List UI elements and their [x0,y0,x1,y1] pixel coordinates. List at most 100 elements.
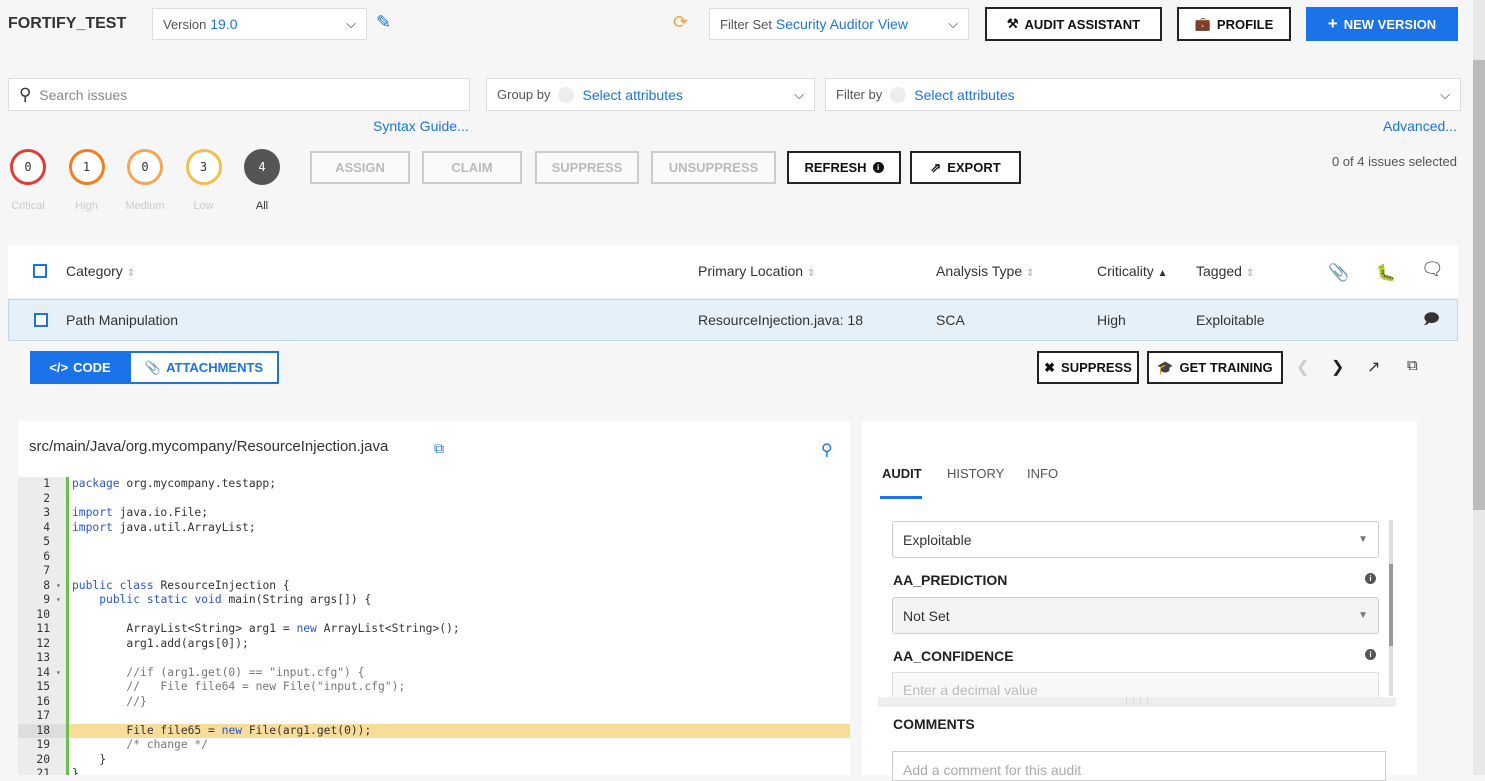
select-all-checkbox[interactable] [33,264,47,278]
export-icon: ⇗ [930,159,942,175]
version-select[interactable]: Version 19.0 ⌵ [152,8,367,40]
row-comment-icon[interactable]: 🗩 [1423,309,1440,334]
caret-down-icon: ▼ [1358,534,1368,545]
comment-input[interactable]: Add a comment for this audit [892,751,1386,781]
bug-icon[interactable]: 🐛 [1376,263,1396,283]
fold-icon[interactable]: ▾ [56,578,66,593]
code-line: 7 [18,564,850,579]
line-text: public class ResourceInjection { [66,578,850,593]
next-issue-icon[interactable]: ❯ [1331,357,1344,377]
severity-filter-critical[interactable]: 0 [10,149,46,185]
line-text: } [66,767,850,775]
severity-label: Low [193,200,214,212]
search-input[interactable]: ⚲ Search issues [8,78,470,111]
aa-prediction-select[interactable]: Not Set ▼ [892,597,1379,634]
copy-icon[interactable]: ⧉ [1407,357,1418,374]
export-button[interactable]: ⇗ EXPORT [910,151,1021,184]
line-text [66,491,850,506]
resize-handle[interactable]: ⋮⋮⋮⋮ [878,697,1396,707]
fold-icon[interactable]: ▾ [56,593,66,608]
severity-filter-medium[interactable]: 0 [127,149,163,185]
copy-path-icon[interactable]: ⧉ [434,440,444,457]
line-text: } [66,752,850,767]
previous-issue-icon[interactable]: ❮ [1296,357,1309,377]
code-icon: </> [49,360,69,375]
paperclip-icon[interactable]: 📎 [1328,263,1349,283]
column-criticality[interactable]: Criticality ▲ [1097,263,1168,279]
line-text [66,607,850,622]
line-number: 16 [18,694,56,709]
column-category[interactable]: Category ⇕ [66,263,135,279]
code-line: 19 /* change */ [18,738,850,753]
line-text: //} [66,694,850,709]
severity-filter-low[interactable]: 3 [185,149,222,185]
audit-tab-history[interactable]: HISTORY [947,466,1004,481]
search-icon: ⚲ [19,84,32,104]
group-by-label: Group by [497,87,551,102]
suppress-button[interactable]: ✖ SUPPRESS [1037,351,1139,384]
profile-label: PROFILE [1216,16,1274,32]
filter-by-select[interactable]: Filter by Select attributes ⌵ [825,78,1461,111]
tab-attachments[interactable]: 📎 ATTACHMENTS [129,351,279,384]
get-training-button[interactable]: 🎓 GET TRAINING [1147,351,1283,384]
column-primary-location[interactable]: Primary Location ⇕ [698,263,815,279]
code-line: 11 ArrayList<String> arg1 = new ArrayLis… [18,622,850,637]
syntax-guide-link[interactable]: Syntax Guide... [373,118,469,134]
filter-set-select[interactable]: Filter Set Security Auditor View ⌵ [709,8,969,40]
assign-button[interactable]: ASSIGN [310,151,410,184]
line-number: 19 [18,738,56,753]
line-text: // File file64 = new File("input.cfg"); [66,680,850,695]
export-label: EXPORT [947,160,1001,175]
code-search-icon[interactable]: ⚲ [821,440,833,460]
audit-assistant-label: AUDIT ASSISTANT [1024,16,1141,32]
row-checkbox[interactable] [34,313,48,327]
line-number: 2 [18,491,56,506]
page-scrollbar[interactable] [1473,0,1485,775]
audit-assistant-button[interactable]: ⚒ AUDIT ASSISTANT [985,7,1162,41]
code-editor[interactable]: 1 package org.mycompany.testapp; 2 3 import … [18,477,850,775]
advanced-link[interactable]: Advanced... [1383,118,1457,134]
sync-icon[interactable]: ⟳ [673,12,688,33]
row-analysis-type: SCA [936,312,965,328]
filter-by-value: Select attributes [914,86,1015,103]
claim-button[interactable]: CLAIM [422,151,522,184]
aa-confidence-input[interactable]: Enter a decimal value [892,672,1379,698]
code-line: 14 ▾ //if (arg1.get(0) == "input.cfg") { [18,665,850,680]
column-analysis-type[interactable]: Analysis Type ⇕ [936,263,1034,279]
new-version-button[interactable]: + NEW VERSION [1306,7,1458,41]
line-number: 5 [18,535,56,550]
tab-code[interactable]: </> CODE [30,351,130,384]
search-placeholder: Search issues [39,86,128,103]
audit-tab-info[interactable]: INFO [1027,466,1058,481]
suppress-bulk-button[interactable]: SUPPRESS [535,151,639,184]
severity-filter-high[interactable]: 1 [68,149,105,185]
caret-down-icon: ▼ [1358,610,1368,621]
severity-filter-all[interactable]: 4 [244,149,280,185]
filter-set-value: Security Auditor View [775,16,908,32]
audit-tab-audit[interactable]: AUDIT [882,466,922,481]
edit-pencil-icon[interactable]: ✎ [376,12,391,33]
audit-scrollbar[interactable] [1389,520,1393,696]
sort-icon: ⇕ [126,268,136,279]
fold-gutter [56,752,66,767]
plus-icon: + [1327,14,1338,33]
unsuppress-button[interactable]: UNSUPPRESS [651,151,776,184]
fold-icon[interactable]: ▾ [56,665,66,680]
comment-icon[interactable]: 🗨 [1421,259,1444,280]
group-by-select[interactable]: Group by Select attributes ⌵ [486,78,815,111]
profile-button[interactable]: 💼 PROFILE [1177,7,1291,41]
app-title: FORTIFY_TEST [8,15,127,32]
refresh-button[interactable]: REFRESH i [787,151,901,184]
line-number: 3 [18,506,56,521]
line-number: 4 [18,520,56,535]
code-line: 9 ▾ public static void main(String args[]… [18,593,850,608]
fold-gutter [56,680,66,695]
column-tagged[interactable]: Tagged ⇕ [1196,263,1254,279]
line-text [66,709,850,724]
open-external-icon[interactable]: ↗ [1367,357,1380,377]
analysis-select[interactable]: Exploitable ▼ [892,521,1379,558]
line-text [66,535,850,550]
placeholder-dot [558,86,575,103]
info-icon: i [1365,649,1376,660]
line-number: 20 [18,752,56,767]
